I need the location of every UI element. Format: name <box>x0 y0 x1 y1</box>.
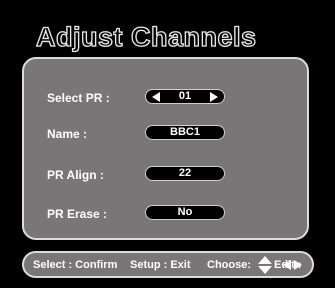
pr-erase-row[interactable]: PR Erase : No <box>24 205 307 225</box>
pr-align-value: 22 <box>178 167 192 179</box>
select-pr-value: 01 <box>178 90 192 102</box>
name-value: BBC1 <box>170 126 200 138</box>
pr-align-label: PR Align : <box>47 168 104 182</box>
select-pr-row[interactable]: Select PR : 01 <box>24 89 307 109</box>
select-pr-control[interactable]: 01 <box>145 89 225 104</box>
pr-erase-label: PR Erase : <box>47 207 108 221</box>
help-choose: Choose: <box>207 259 251 271</box>
pr-align-field[interactable]: 22 <box>145 166 225 181</box>
pr-align-row[interactable]: PR Align : 22 <box>24 166 307 186</box>
name-label: Name : <box>47 127 88 141</box>
name-row[interactable]: Name : BBC1 <box>24 125 307 145</box>
pr-erase-value: No <box>177 206 193 218</box>
arrow-right-icon[interactable] <box>210 91 218 102</box>
help-select-confirm: Select : Confirm <box>33 259 118 271</box>
name-field[interactable]: BBC1 <box>145 125 225 140</box>
right-arrow-icon <box>294 260 302 270</box>
arrow-left-icon[interactable] <box>152 91 160 102</box>
channel-settings-panel: Select PR : 01 Name : BBC1 PR Align : 22… <box>22 57 309 240</box>
select-pr-label: Select PR : <box>47 91 110 105</box>
pr-erase-field[interactable]: No <box>145 205 225 220</box>
help-setup-exit: Setup : Exit <box>130 259 191 271</box>
help-bar: Select : Confirm Setup : Exit Choose: Ed… <box>22 251 314 278</box>
page-title: Adjust Channels <box>35 21 257 52</box>
left-arrow-icon <box>283 260 291 270</box>
